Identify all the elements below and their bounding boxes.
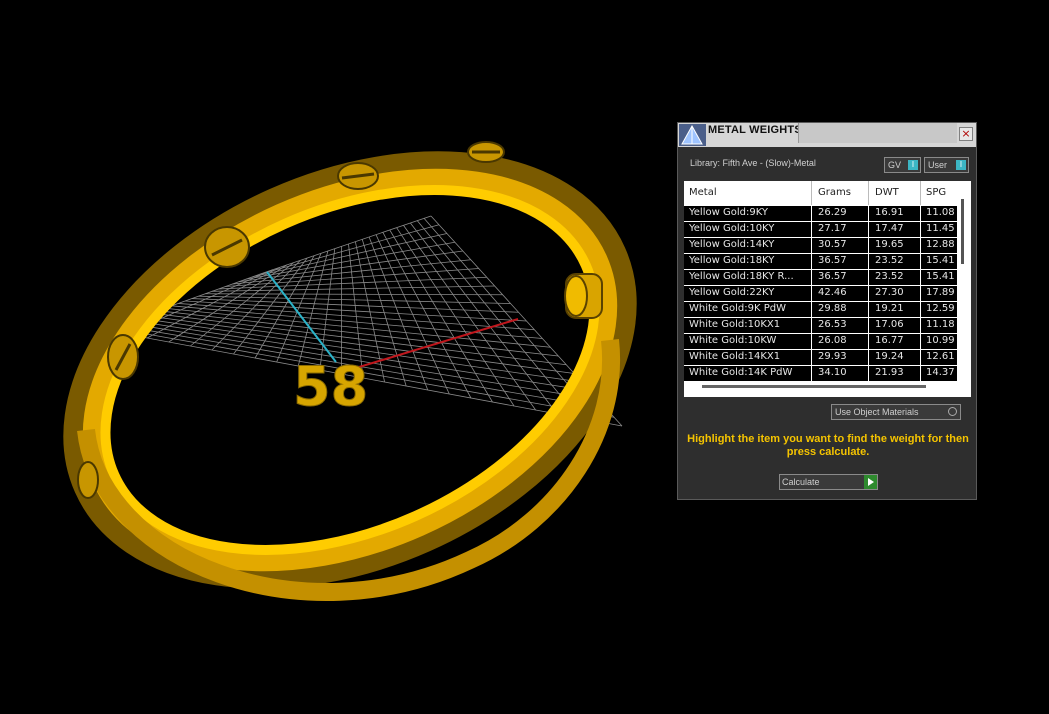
grid-line (375, 234, 450, 395)
table-row[interactable]: White Gold:9K PdW 29.88 19.21 12.59 (684, 302, 957, 318)
user-toggle[interactable]: User I (924, 157, 969, 173)
spg-cell: 14.37 (926, 367, 955, 378)
app-logo-icon (679, 124, 706, 146)
vertical-scrollbar[interactable] (961, 199, 964, 264)
dwt-cell: 19.21 (875, 303, 904, 314)
grams-cell: 36.57 (818, 271, 847, 282)
metal-cell: Yellow Gold:9KY (689, 207, 768, 218)
grams-cell: 29.88 (818, 303, 847, 314)
grams-cell: 26.08 (818, 335, 847, 346)
grams-cell: 42.46 (818, 287, 847, 298)
table-row[interactable]: White Gold:14KX1 29.93 19.24 12.61 (684, 350, 957, 366)
hinge-icon (564, 273, 603, 319)
table-row[interactable]: White Gold:14K PdW 34.10 21.93 14.37 (684, 366, 957, 382)
table-row[interactable]: Yellow Gold:10KY 27.17 17.47 11.45 (684, 222, 957, 238)
table-body: Yellow Gold:9KY 26.29 16.91 11.08 Yellow Gol… (684, 206, 957, 382)
grams-cell: 26.53 (818, 319, 847, 330)
play-icon (864, 475, 877, 489)
ring-size-label: 58 (293, 355, 368, 418)
metal-cell: White Gold:10KW (689, 335, 777, 346)
dwt-cell: 19.24 (875, 351, 904, 362)
spg-cell: 15.41 (926, 271, 955, 282)
grams-cell: 26.29 (818, 207, 847, 218)
spg-cell: 11.45 (926, 223, 955, 234)
use-object-materials-label: Use Object Materials (835, 407, 919, 417)
calculate-button[interactable]: Calculate (779, 474, 878, 490)
instructions-text: Highlight the item you want to find the … (687, 433, 969, 458)
spg-cell: 17.89 (926, 287, 955, 298)
gv-toggle-indicator: I (908, 160, 918, 170)
dwt-cell: 23.52 (875, 255, 904, 266)
screw-icon (107, 334, 139, 380)
grams-cell: 34.10 (818, 367, 847, 378)
dwt-cell: 27.30 (875, 287, 904, 298)
spg-cell: 15.41 (926, 255, 955, 266)
table-row[interactable]: Yellow Gold:22KY 42.46 27.30 17.89 (684, 286, 957, 302)
dwt-cell: 17.47 (875, 223, 904, 234)
screw-icon (204, 226, 250, 268)
user-toggle-indicator: I (956, 160, 966, 170)
gv-toggle-label: GV (888, 160, 902, 170)
spg-cell: 12.61 (926, 351, 955, 362)
panel-titlebar[interactable]: METAL WEIGHTS × (678, 123, 976, 147)
grid-line (184, 300, 527, 322)
metal-cell: White Gold:9K PdW (689, 303, 786, 314)
library-label: Library: Fifth Ave - (Slow)-Metal (690, 158, 816, 168)
grid-line (403, 225, 536, 411)
table-row[interactable]: White Gold:10KX1 26.53 17.06 11.18 (684, 318, 957, 334)
grams-cell: 27.17 (818, 223, 847, 234)
spg-cell: 10.99 (926, 335, 955, 346)
table-header: Metal Grams DWT SPG (684, 181, 957, 205)
title-spacer (798, 123, 957, 143)
table-row[interactable]: Yellow Gold:18KY 36.57 23.52 15.41 (684, 254, 957, 270)
grid-line (164, 307, 551, 348)
radio-icon[interactable] (948, 407, 957, 416)
screw-icon (337, 162, 379, 190)
metal-cell: Yellow Gold:18KY R... (689, 271, 794, 282)
dwt-cell: 16.91 (875, 207, 904, 218)
metal-cell: White Gold:14KX1 (689, 351, 781, 362)
grid-line (178, 303, 535, 331)
grams-cell: 36.57 (818, 255, 847, 266)
dwt-cell: 23.52 (875, 271, 904, 282)
column-header-spg[interactable]: SPG (926, 187, 946, 198)
table-row[interactable]: Yellow Gold:14KY 30.57 19.65 12.88 (684, 238, 957, 254)
spg-cell: 11.18 (926, 319, 955, 330)
metal-cell: Yellow Gold:10KY (689, 223, 775, 234)
user-toggle-label: User (928, 160, 948, 170)
metal-cell: White Gold:14K PdW (689, 367, 793, 378)
dwt-cell: 16.77 (875, 335, 904, 346)
metal-cell: Yellow Gold:14KY (689, 239, 775, 250)
dwt-cell: 17.06 (875, 319, 904, 330)
grid-line (416, 220, 580, 419)
dwt-cell: 19.65 (875, 239, 904, 250)
column-header-metal[interactable]: Metal (689, 187, 717, 198)
spg-cell: 12.88 (926, 239, 955, 250)
table-row[interactable]: Yellow Gold:18KY R... 36.57 23.52 15.41 (684, 270, 957, 286)
column-header-grams[interactable]: Grams (818, 187, 851, 198)
horizontal-scrollbar[interactable] (702, 385, 926, 388)
dwt-cell: 21.93 (875, 367, 904, 378)
metal-cell: Yellow Gold:22KY (689, 287, 775, 298)
screw-icon (467, 141, 505, 163)
metal-weights-panel: METAL WEIGHTS × Library: Fifth Ave - (Sl… (677, 122, 977, 500)
grams-cell: 30.57 (818, 239, 847, 250)
table-row[interactable]: White Gold:10KW 26.08 16.77 10.99 (684, 334, 957, 350)
calculate-button-label: Calculate (782, 477, 820, 487)
screw-icon (77, 461, 99, 499)
gv-toggle[interactable]: GV I (884, 157, 921, 173)
column-header-dwt[interactable]: DWT (875, 187, 899, 198)
table-row[interactable]: Yellow Gold:9KY 26.29 16.91 11.08 (684, 206, 957, 222)
spg-cell: 11.08 (926, 207, 955, 218)
close-button[interactable]: × (959, 127, 973, 141)
grams-cell: 29.93 (818, 351, 847, 362)
metal-cell: Yellow Gold:18KY (689, 255, 775, 266)
grid-line (410, 222, 558, 415)
use-object-materials-option[interactable]: Use Object Materials (831, 404, 961, 420)
metal-cell: White Gold:10KX1 (689, 319, 781, 330)
metal-weights-table[interactable]: Metal Grams DWT SPG Yellow Gold:9KY 26.29… (684, 181, 971, 397)
panel-title: METAL WEIGHTS (708, 124, 802, 136)
spg-cell: 12.59 (926, 303, 955, 314)
